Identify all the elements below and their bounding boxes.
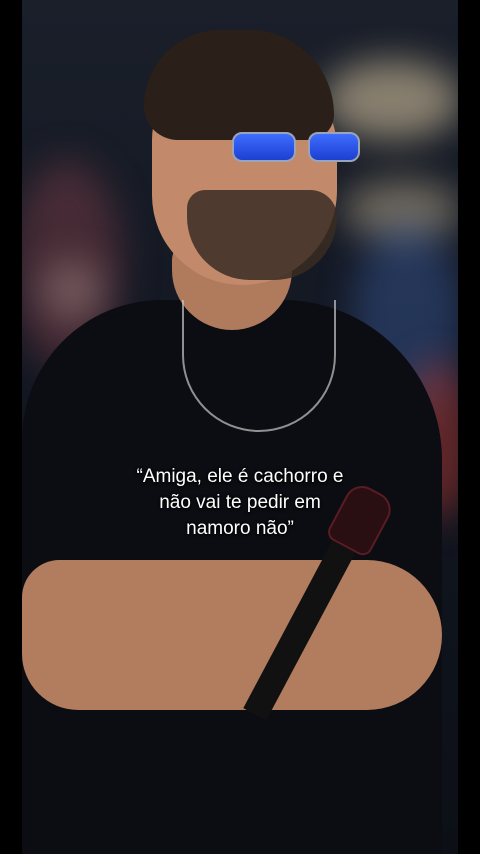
quote-caption: “Amiga, ele é cachorro e não vai te pedi… <box>60 464 420 542</box>
hair <box>144 30 334 140</box>
right-lens <box>308 132 360 162</box>
arm <box>22 560 442 710</box>
blue-sunglasses <box>212 128 362 164</box>
caption-line: “Amiga, ele é cachorro e <box>136 466 344 487</box>
left-lens <box>232 132 296 162</box>
stage-light <box>42 260 102 320</box>
caption-line: não vai te pedir em <box>159 492 321 513</box>
caption-line: namoro não” <box>186 518 294 539</box>
video-photo <box>22 0 458 854</box>
video-frame: “Amiga, ele é cachorro e não vai te pedi… <box>0 0 480 854</box>
